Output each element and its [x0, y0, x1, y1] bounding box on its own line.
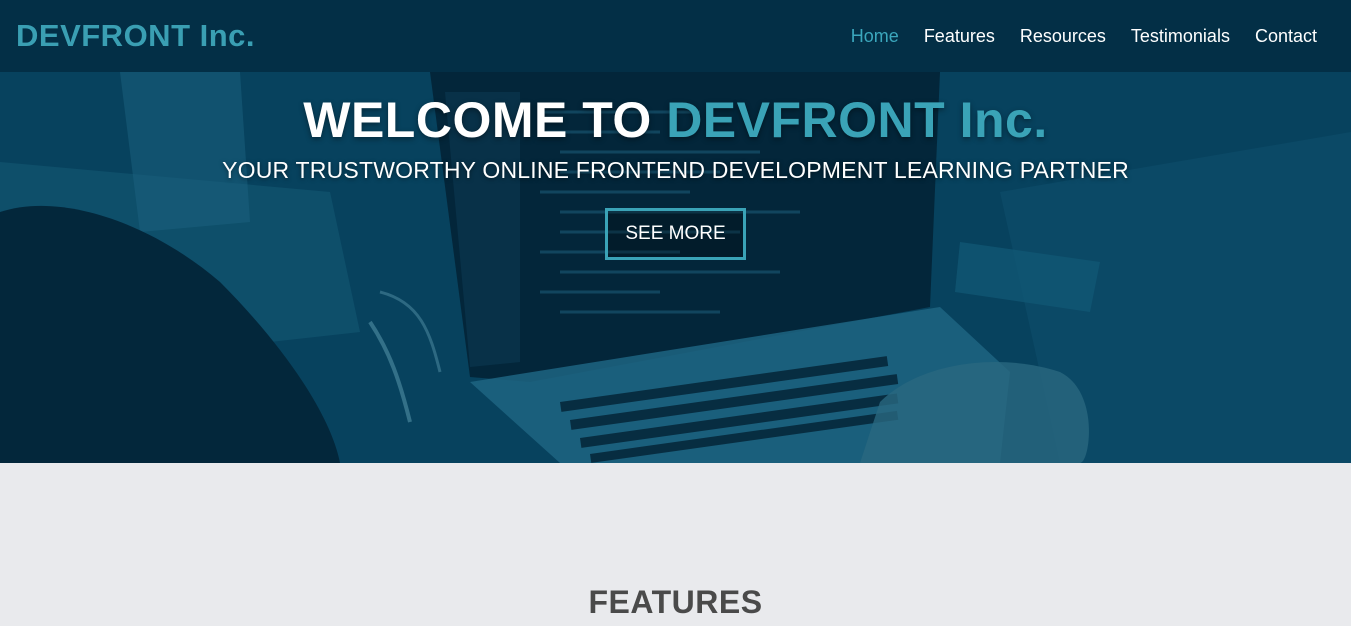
- hero-title-prefix: WELCOME TO: [303, 92, 652, 148]
- features-heading: FEATURES: [588, 584, 763, 620]
- nav-link-testimonials[interactable]: Testimonials: [1131, 26, 1230, 47]
- nav-link-contact[interactable]: Contact: [1255, 26, 1317, 47]
- nav-links: Home Features Resources Testimonials Con…: [851, 26, 1317, 47]
- hero-section: WELCOME TO DEVFRONT Inc. YOUR TRUSTWORTH…: [0, 72, 1351, 463]
- hero-title: WELCOME TO DEVFRONT Inc.: [0, 91, 1351, 149]
- nav-link-resources[interactable]: Resources: [1020, 26, 1106, 47]
- brand-logo-text[interactable]: DEVFRONT Inc.: [16, 18, 255, 54]
- hero-content: WELCOME TO DEVFRONT Inc. YOUR TRUSTWORTH…: [0, 72, 1351, 260]
- top-navbar: DEVFRONT Inc. Home Features Resources Te…: [0, 0, 1351, 72]
- features-section: FEATURES: [0, 463, 1351, 626]
- nav-link-features[interactable]: Features: [924, 26, 995, 47]
- see-more-button[interactable]: SEE MORE: [605, 208, 746, 260]
- hero-title-accent: DEVFRONT Inc.: [666, 92, 1048, 148]
- nav-link-home[interactable]: Home: [851, 26, 899, 47]
- hero-subtitle: YOUR TRUSTWORTHY ONLINE FRONTEND DEVELOP…: [222, 157, 1129, 183]
